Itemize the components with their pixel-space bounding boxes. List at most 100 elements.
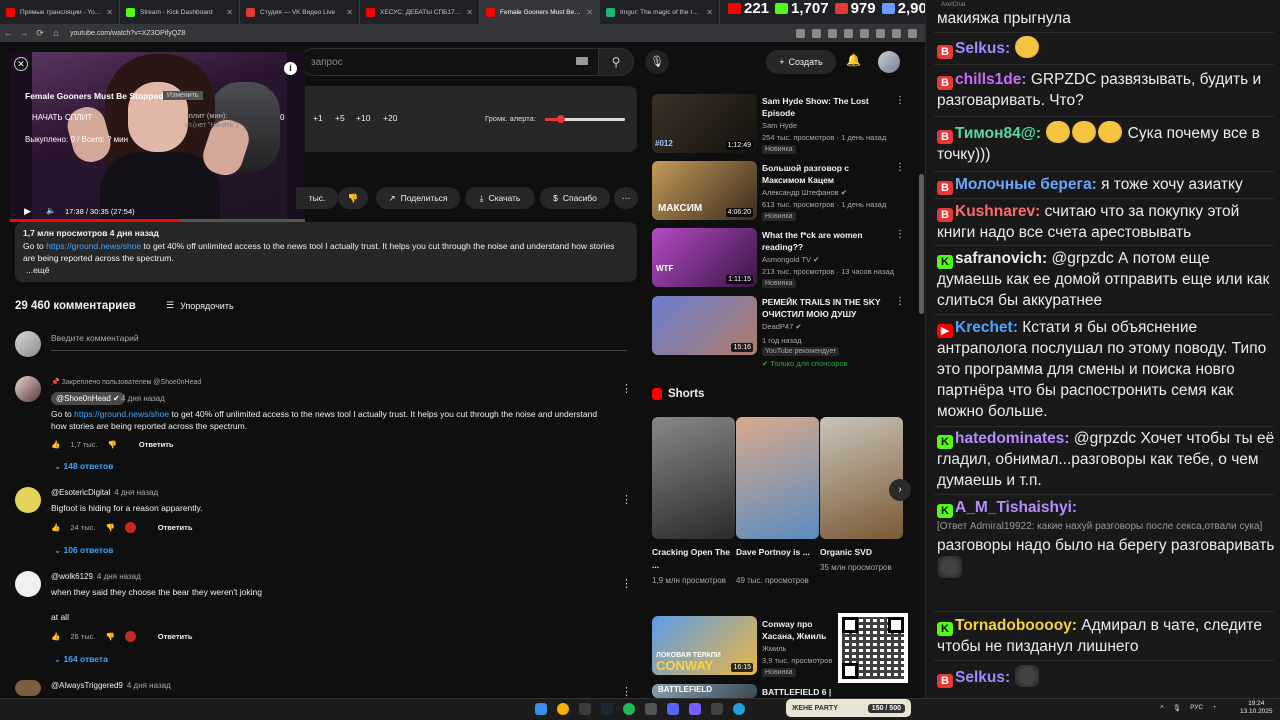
comment-menu-icon[interactable]: ⋮ [621, 382, 632, 395]
thumbs-down-icon[interactable]: 👎 [108, 440, 117, 449]
close-tab-icon[interactable]: ✕ [346, 8, 353, 17]
close-tab-icon[interactable]: ✕ [106, 8, 113, 17]
video-title[interactable]: Conway про Хасана, Жмиль смотрит [762, 618, 838, 642]
thanks-button[interactable]: $ Спасибо [540, 187, 610, 209]
search-input[interactable]: запрос [300, 48, 600, 76]
video-title[interactable]: BATTLEFIELD 6 | [762, 686, 892, 698]
clock[interactable]: 19:24 13.10.2025 [1240, 700, 1273, 716]
comment-avatar[interactable] [15, 680, 41, 696]
video-menu-icon[interactable]: ⋮ [895, 95, 905, 106]
voice-search-button[interactable]: 🎙 [645, 50, 669, 74]
like-button[interactable]: тыс. [296, 187, 338, 209]
start-split-button[interactable]: НАЧАТЬ СПЛИТ [32, 113, 92, 122]
chevron-right-icon[interactable]: › [889, 479, 911, 501]
overlay-edit-button[interactable]: Изменить [163, 91, 203, 100]
extension-icon[interactable] [796, 28, 805, 38]
game-widget[interactable]: ЖЕНЕ PARTY 150 / 500 [786, 699, 911, 717]
video-title[interactable]: What the f*ck are women reading?? [762, 229, 892, 253]
short-title[interactable]: Cracking Open The ... [652, 546, 732, 572]
browser-tab-active[interactable]: Female Gooners Must Be Stopp✕ [480, 0, 600, 24]
channel-name[interactable]: Sam Hyde [762, 121, 797, 130]
short-thumbnail[interactable] [736, 417, 819, 539]
plus-10-button[interactable]: +10 [356, 113, 370, 123]
bell-icon[interactable]: 🔔 [846, 53, 861, 67]
comment-avatar[interactable] [15, 376, 41, 402]
replies-toggle[interactable]: ⌄ 148 ответов [54, 461, 113, 472]
discord-icon[interactable] [667, 703, 679, 715]
reply-button[interactable]: Ответить [158, 523, 193, 532]
comment-avatar[interactable] [15, 487, 41, 513]
app-icon[interactable] [689, 703, 701, 715]
video-title[interactable]: Sam Hyde Show: The Lost Episode [762, 95, 892, 119]
browser-tab[interactable]: Студия — VK Видео Live ✕ [240, 0, 360, 24]
reload-icon[interactable]: ⟳ [32, 28, 48, 39]
chevron-up-icon[interactable]: ˄ [1160, 704, 1164, 712]
video-title[interactable]: Большой разговор с Максимом Кацем [762, 162, 892, 186]
browser-tab[interactable]: Imgur: The magic of the Intern ✕ [600, 0, 720, 24]
volume-icon[interactable]: 🔈 [46, 206, 56, 215]
video-title[interactable]: РЕМЕЙК TRAILS IN THE SKY ОЧИСТИЛ МОЮ ДУШ… [762, 296, 892, 320]
home-icon[interactable]: ⌂ [48, 28, 64, 38]
browser-tab[interactable]: Прямые трансляции - YouTube✕ [0, 0, 120, 24]
keyboard-icon[interactable] [576, 57, 588, 65]
extension-icon[interactable] [860, 28, 869, 38]
app-icon[interactable] [579, 703, 591, 715]
channel-name[interactable]: Жмиль [762, 644, 787, 653]
app-icon[interactable] [711, 703, 723, 715]
comment-menu-icon[interactable]: ⋮ [621, 493, 632, 506]
play-icon[interactable]: ▶ [24, 206, 31, 217]
short-thumbnail[interactable] [652, 417, 735, 539]
create-button[interactable]: + Создать [766, 50, 836, 74]
comment-author[interactable]: @Shoe0nHead ✔ [51, 392, 125, 405]
start-icon[interactable] [535, 703, 547, 715]
short-title[interactable]: Organic SVD [820, 546, 900, 559]
comment-link[interactable]: https://ground.news/shoe [74, 409, 169, 419]
dislike-button[interactable]: 👎 [338, 187, 368, 209]
extension-icon[interactable] [876, 28, 885, 38]
video-thumbnail[interactable]: МАКСИМ 4:06:20 [652, 161, 757, 220]
extension-icon[interactable] [828, 28, 837, 38]
browser-tab[interactable]: Stream - Kick Dashboard ✕ [120, 0, 240, 24]
channel-name[interactable]: DeadP47 ✔ [762, 322, 802, 331]
alert-volume-knob[interactable] [557, 115, 565, 123]
obs-icon[interactable] [645, 703, 657, 715]
browser-tab[interactable]: ХЕСУС: ДЕБАТЫ СПБ1703 И МС✕ [360, 0, 480, 24]
channel-name[interactable]: Asmongold TV ✔ [762, 255, 819, 264]
plus-20-button[interactable]: +20 [383, 113, 397, 123]
thumbs-down-icon[interactable]: 👎 [105, 523, 114, 532]
reply-button[interactable]: Ответить [158, 632, 193, 641]
close-tab-icon[interactable]: ✕ [466, 8, 473, 17]
video-thumbnail[interactable]: WTF 1:11:15 [652, 228, 757, 287]
wifi-icon[interactable]: ◔ [1212, 704, 1216, 712]
close-tab-icon[interactable]: ✕ [706, 8, 713, 17]
extension-icon[interactable] [812, 28, 821, 38]
download-button[interactable]: ⤓ Скачать [465, 187, 535, 209]
plus-5-button[interactable]: +5 [335, 113, 345, 123]
close-tab-icon[interactable]: ✕ [586, 8, 593, 17]
back-icon[interactable]: ← [0, 28, 16, 38]
video-menu-icon[interactable]: ⋮ [895, 296, 905, 307]
comment-input[interactable]: Введите комментарий [51, 333, 627, 351]
comment-author[interactable]: @AlwaysTriggered9 [51, 681, 123, 690]
more-actions-button[interactable]: ⋯ [614, 187, 638, 209]
replies-toggle[interactable]: ⌄ 164 ответа [54, 654, 108, 665]
channel-name[interactable]: Александр Штефанов ✔ [762, 188, 847, 197]
share-button[interactable]: ↗ Поделиться [376, 187, 460, 209]
thumbs-up-icon[interactable]: 👍 [51, 523, 60, 532]
info-icon[interactable]: i [284, 62, 297, 75]
video-thumbnail[interactable]: BATTLEFIELD [652, 684, 757, 698]
thumbs-up-icon[interactable]: 👍 [51, 632, 60, 641]
telegram-icon[interactable] [733, 703, 745, 715]
video-menu-icon[interactable]: ⋮ [895, 162, 905, 173]
language-indicator[interactable]: РУС [1190, 704, 1203, 712]
url-field[interactable]: youtube.com/watch?v=XZ3OPifyQZ8 [70, 30, 796, 37]
video-player[interactable]: ✕ i Female Gooners Must Be Stopped Измен… [10, 52, 305, 222]
avatar[interactable] [878, 51, 900, 73]
spotify-icon[interactable] [623, 703, 635, 715]
close-tab-icon[interactable]: ✕ [226, 8, 233, 17]
forward-icon[interactable]: → [16, 28, 32, 38]
plus-1-button[interactable]: +1 [313, 113, 323, 123]
extension-icon[interactable] [892, 28, 901, 38]
comment-author[interactable]: @EsotericDigital [51, 488, 110, 497]
video-menu-icon[interactable]: ⋮ [895, 229, 905, 240]
